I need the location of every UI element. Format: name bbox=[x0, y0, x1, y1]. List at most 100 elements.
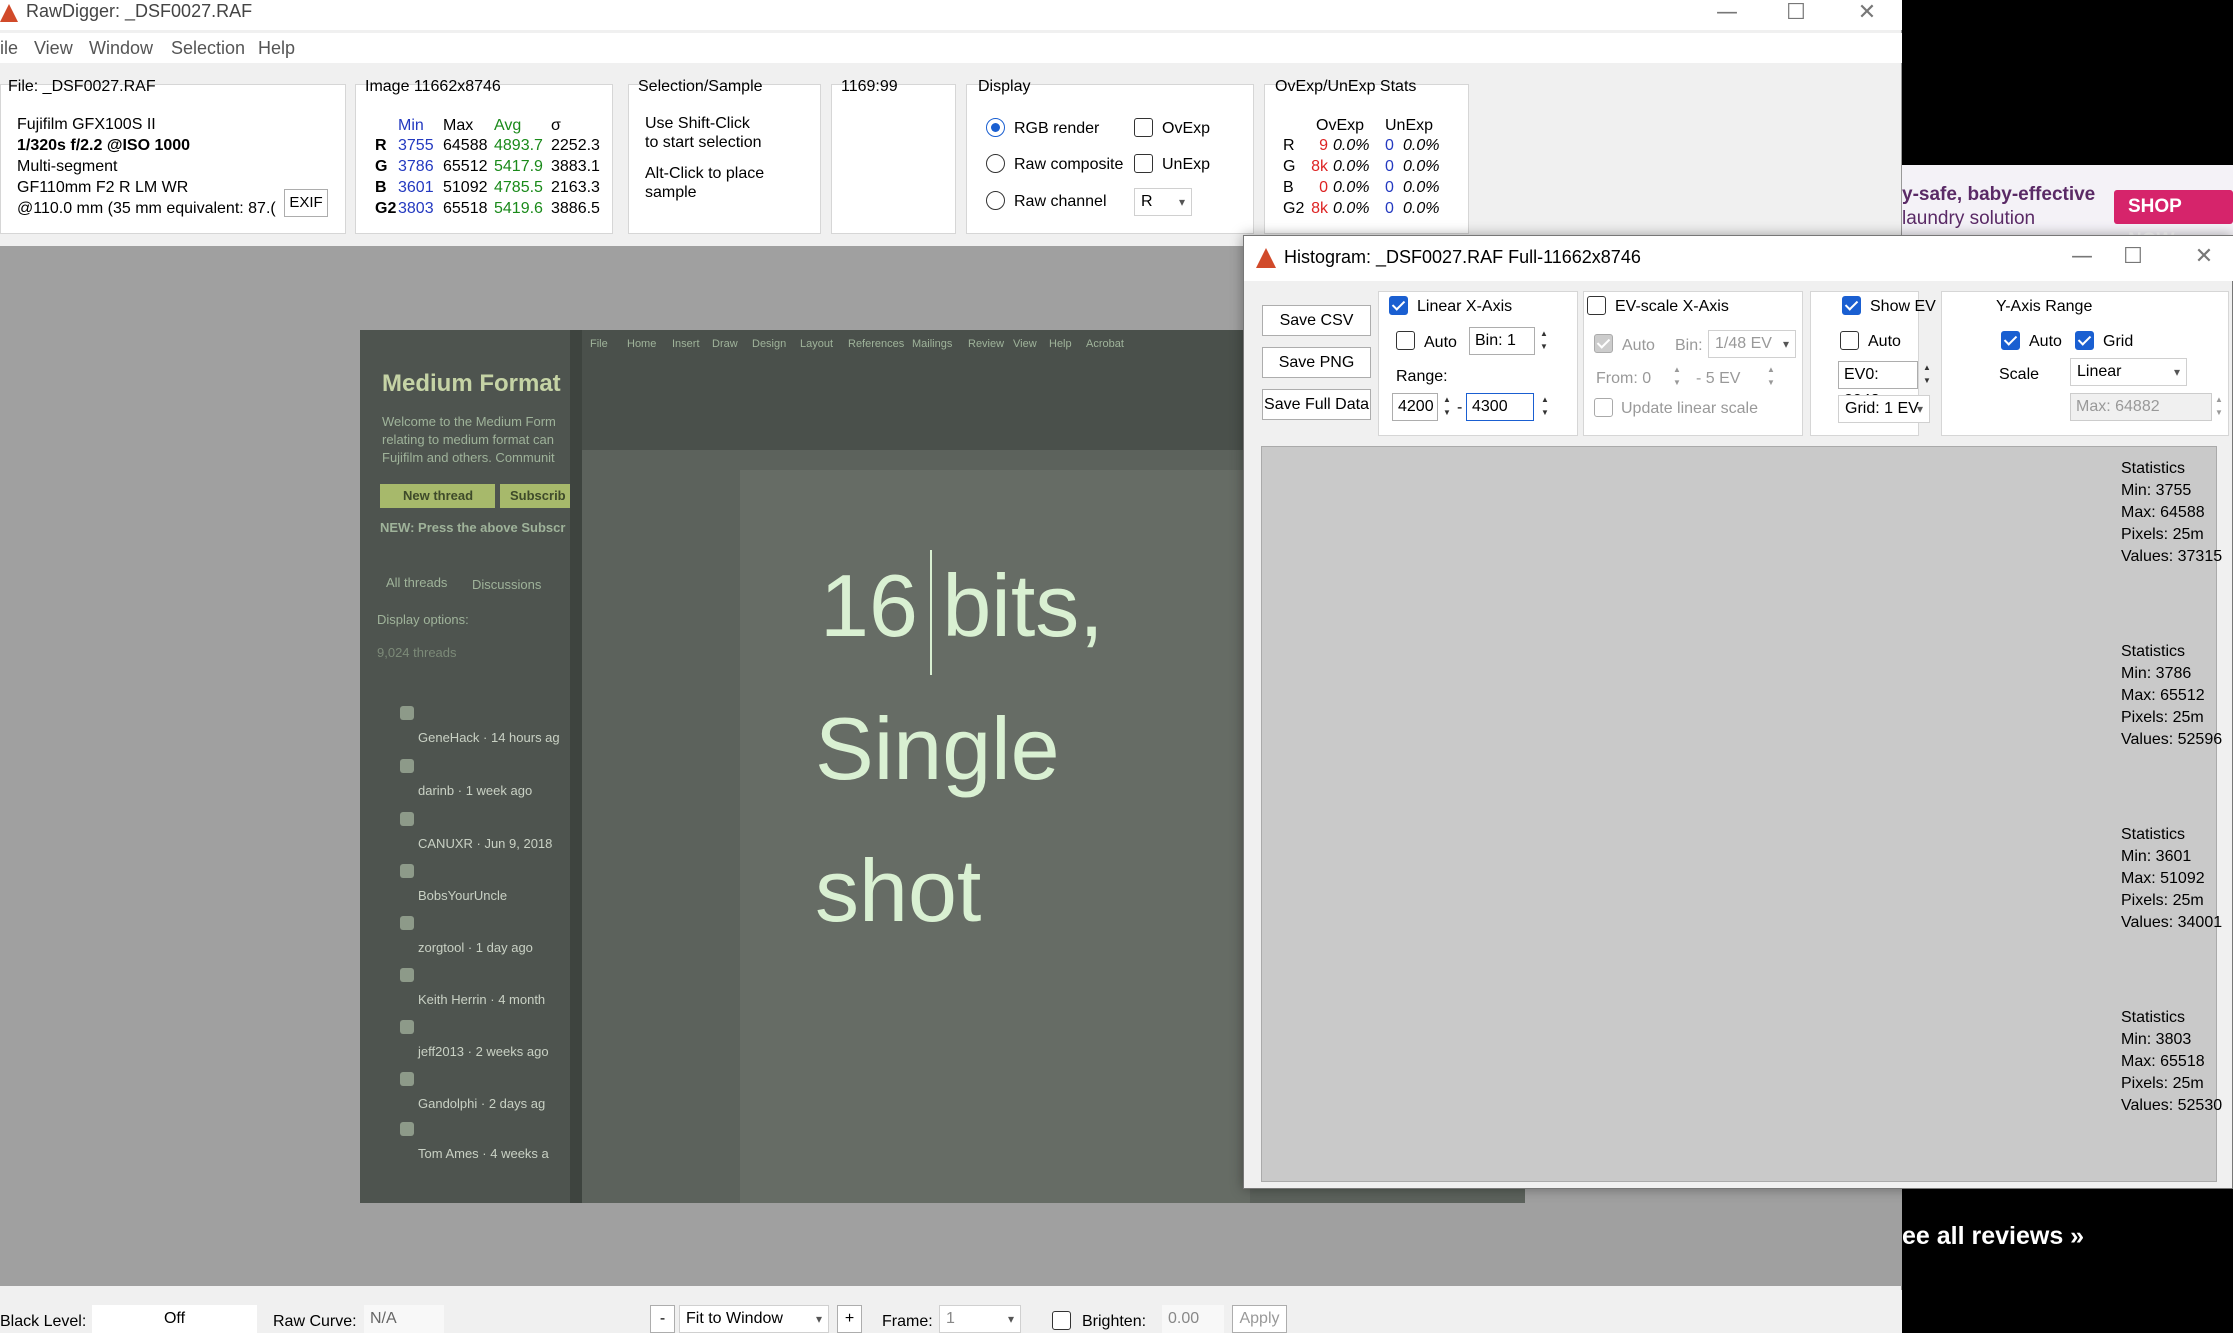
forum-author: Keith Herrin · 4 month bbox=[418, 992, 546, 1007]
thread-icon bbox=[400, 759, 414, 773]
y-auto-label: Auto bbox=[2029, 333, 2062, 350]
channel-label: G bbox=[375, 158, 388, 175]
range-to-input[interactable]: 4300 bbox=[1466, 393, 1534, 421]
menu-window[interactable]: Window bbox=[89, 38, 153, 59]
raw-composite-radio[interactable] bbox=[986, 154, 1005, 173]
brighten-checkbox[interactable] bbox=[1052, 1311, 1071, 1330]
ev-to-stepper[interactable]: ▲ ▼ bbox=[1764, 363, 1778, 391]
ribbon-tab: Help bbox=[1049, 338, 1072, 350]
bin-input[interactable]: Bin: 1 bbox=[1469, 327, 1535, 355]
save-csv-button[interactable]: Save CSV bbox=[1262, 305, 1371, 336]
unexp-count: 0 bbox=[1385, 137, 1394, 154]
raw-channel-radio[interactable] bbox=[986, 191, 1005, 210]
ovexp-channel: G2 bbox=[1283, 200, 1305, 217]
ovexp-count: 9 bbox=[1319, 137, 1328, 154]
display-options: Display options: bbox=[377, 612, 469, 627]
ev0-input[interactable]: EV0: 2048 bbox=[1838, 361, 1918, 409]
update-linear-checkbox[interactable] bbox=[1594, 398, 1613, 417]
linear-auto-label: Auto bbox=[1424, 334, 1457, 351]
chevron-down-icon: ▾ bbox=[1782, 337, 1789, 351]
ev-grid-select[interactable]: Grid: 1 EV ▾ bbox=[1838, 395, 1930, 423]
channel-select-value: R bbox=[1141, 193, 1153, 210]
channel-sigma: 2252.3 bbox=[551, 137, 600, 154]
range-from-input[interactable]: 4200 bbox=[1392, 393, 1438, 421]
save-png-button[interactable]: Save PNG bbox=[1262, 347, 1371, 378]
bin-stepper[interactable]: ▲ ▼ bbox=[1537, 327, 1551, 355]
close-button[interactable]: ✕ bbox=[1837, 0, 1897, 28]
channel-select[interactable]: R ▾ bbox=[1134, 188, 1192, 216]
zoom-out-button[interactable]: - bbox=[650, 1305, 675, 1333]
ovexp-percent: 0.0% bbox=[1333, 179, 1370, 196]
brighten-value[interactable]: 0.00 bbox=[1162, 1305, 1224, 1333]
y-max-stepper[interactable]: ▲ ▼ bbox=[2212, 393, 2226, 421]
forum-author: Gandolphi · 2 days ag bbox=[418, 1096, 546, 1111]
channel-min: 3601 bbox=[398, 179, 434, 196]
zoom-in-button[interactable]: + bbox=[837, 1305, 862, 1333]
ev-bin-value: 1/48 EV bbox=[1715, 335, 1772, 352]
show-ev-grid-checkbox[interactable] bbox=[1842, 296, 1861, 315]
channel-label: R bbox=[375, 137, 387, 154]
y-auto-checkbox[interactable] bbox=[2001, 331, 2020, 350]
ovexp-checkbox[interactable] bbox=[1134, 118, 1153, 137]
channel-label: B bbox=[375, 179, 387, 196]
unexp-count: 0 bbox=[1385, 158, 1394, 175]
frame-select[interactable]: 1 ▾ bbox=[939, 1305, 1021, 1333]
close-button[interactable]: ✕ bbox=[2174, 244, 2233, 272]
menu-selection[interactable]: Selection bbox=[171, 38, 245, 59]
ev-auto-checkbox[interactable] bbox=[1594, 334, 1613, 353]
ev-from-stepper[interactable]: ▲ ▼ bbox=[1670, 363, 1684, 391]
display-title: Display bbox=[978, 78, 1031, 95]
forum-intro-1: Welcome to the Medium Form bbox=[382, 414, 556, 429]
scale-value: Linear bbox=[2077, 363, 2122, 380]
save-full-data-button[interactable]: Save Full Data bbox=[1262, 389, 1371, 420]
menu-view[interactable]: View bbox=[34, 38, 73, 59]
thread-icon bbox=[400, 1020, 414, 1034]
raw-curve-value: N/A bbox=[364, 1305, 444, 1333]
menu-help[interactable]: Help bbox=[258, 38, 295, 59]
ev-from-label: From: 0 bbox=[1596, 370, 1652, 387]
see-all-reviews-link[interactable]: ee all reviews » bbox=[1902, 1222, 2084, 1251]
maximize-button[interactable]: ☐ bbox=[1766, 0, 1826, 28]
rgb-render-radio[interactable] bbox=[986, 118, 1005, 137]
all-threads-tab: All threads bbox=[386, 575, 448, 590]
channel-max: 65518 bbox=[443, 200, 488, 217]
ev-grid-auto-checkbox[interactable] bbox=[1840, 331, 1859, 350]
black-level-value[interactable]: Off bbox=[92, 1305, 257, 1333]
fit-select[interactable]: Fit to Window ▾ bbox=[679, 1305, 829, 1333]
ovexp-header: OvExp bbox=[1316, 117, 1365, 134]
linear-x-axis-checkbox[interactable] bbox=[1389, 296, 1408, 315]
ev0-stepper[interactable]: ▲ ▼ bbox=[1920, 361, 1934, 389]
window-title: RawDigger: _DSF0027.RAF bbox=[26, 1, 253, 21]
minimize-button[interactable]: — bbox=[1697, 0, 1757, 28]
ev-bin-select[interactable]: 1/48 EV ▾ bbox=[1708, 330, 1796, 358]
linear-auto-checkbox[interactable] bbox=[1396, 331, 1415, 350]
unexp-header: UnExp bbox=[1385, 117, 1434, 134]
header-avg: Avg bbox=[494, 117, 522, 134]
unexp-checkbox[interactable] bbox=[1134, 154, 1153, 173]
stat-max: Max: 51092 bbox=[2121, 870, 2205, 887]
coords-panel bbox=[831, 84, 956, 234]
stat-label: Statistics bbox=[2121, 826, 2186, 843]
ovexp-count: 8k bbox=[1311, 200, 1328, 217]
exif-button[interactable]: EXIF bbox=[284, 189, 328, 217]
ev-scale-checkbox[interactable] bbox=[1587, 296, 1606, 315]
maximize-button[interactable]: ☐ bbox=[2103, 244, 2163, 272]
apply-button[interactable]: Apply bbox=[1232, 1305, 1287, 1333]
frame-label: Frame: bbox=[882, 1313, 933, 1330]
y-max-input[interactable]: Max: 64882 bbox=[2070, 393, 2212, 421]
y-grid-checkbox[interactable] bbox=[2075, 331, 2094, 350]
ribbon-tab: Acrobat bbox=[1086, 338, 1124, 350]
stat-max: Max: 64588 bbox=[2121, 504, 2205, 521]
shop-now-button[interactable]: SHOP NOW bbox=[2114, 190, 2233, 251]
range-to-stepper[interactable]: ▲ ▼ bbox=[1538, 393, 1552, 421]
range-from-stepper[interactable]: ▲ ▼ bbox=[1440, 393, 1454, 421]
stat-values: Values: 52530 bbox=[2121, 1097, 2223, 1114]
lens-info: GF110mm F2 R LM WR bbox=[17, 179, 189, 196]
raw-composite-label: Raw composite bbox=[1014, 156, 1124, 173]
ribbon-tab: File bbox=[590, 338, 608, 350]
stat-values: Values: 34001 bbox=[2121, 914, 2223, 931]
focal-info: @110.0 mm (35 mm equivalent: 87.( bbox=[17, 200, 276, 217]
scale-select[interactable]: Linear ▾ bbox=[2070, 358, 2187, 386]
menu-file[interactable]: ile bbox=[0, 38, 18, 59]
ovexp-label: OvExp bbox=[1162, 120, 1211, 137]
